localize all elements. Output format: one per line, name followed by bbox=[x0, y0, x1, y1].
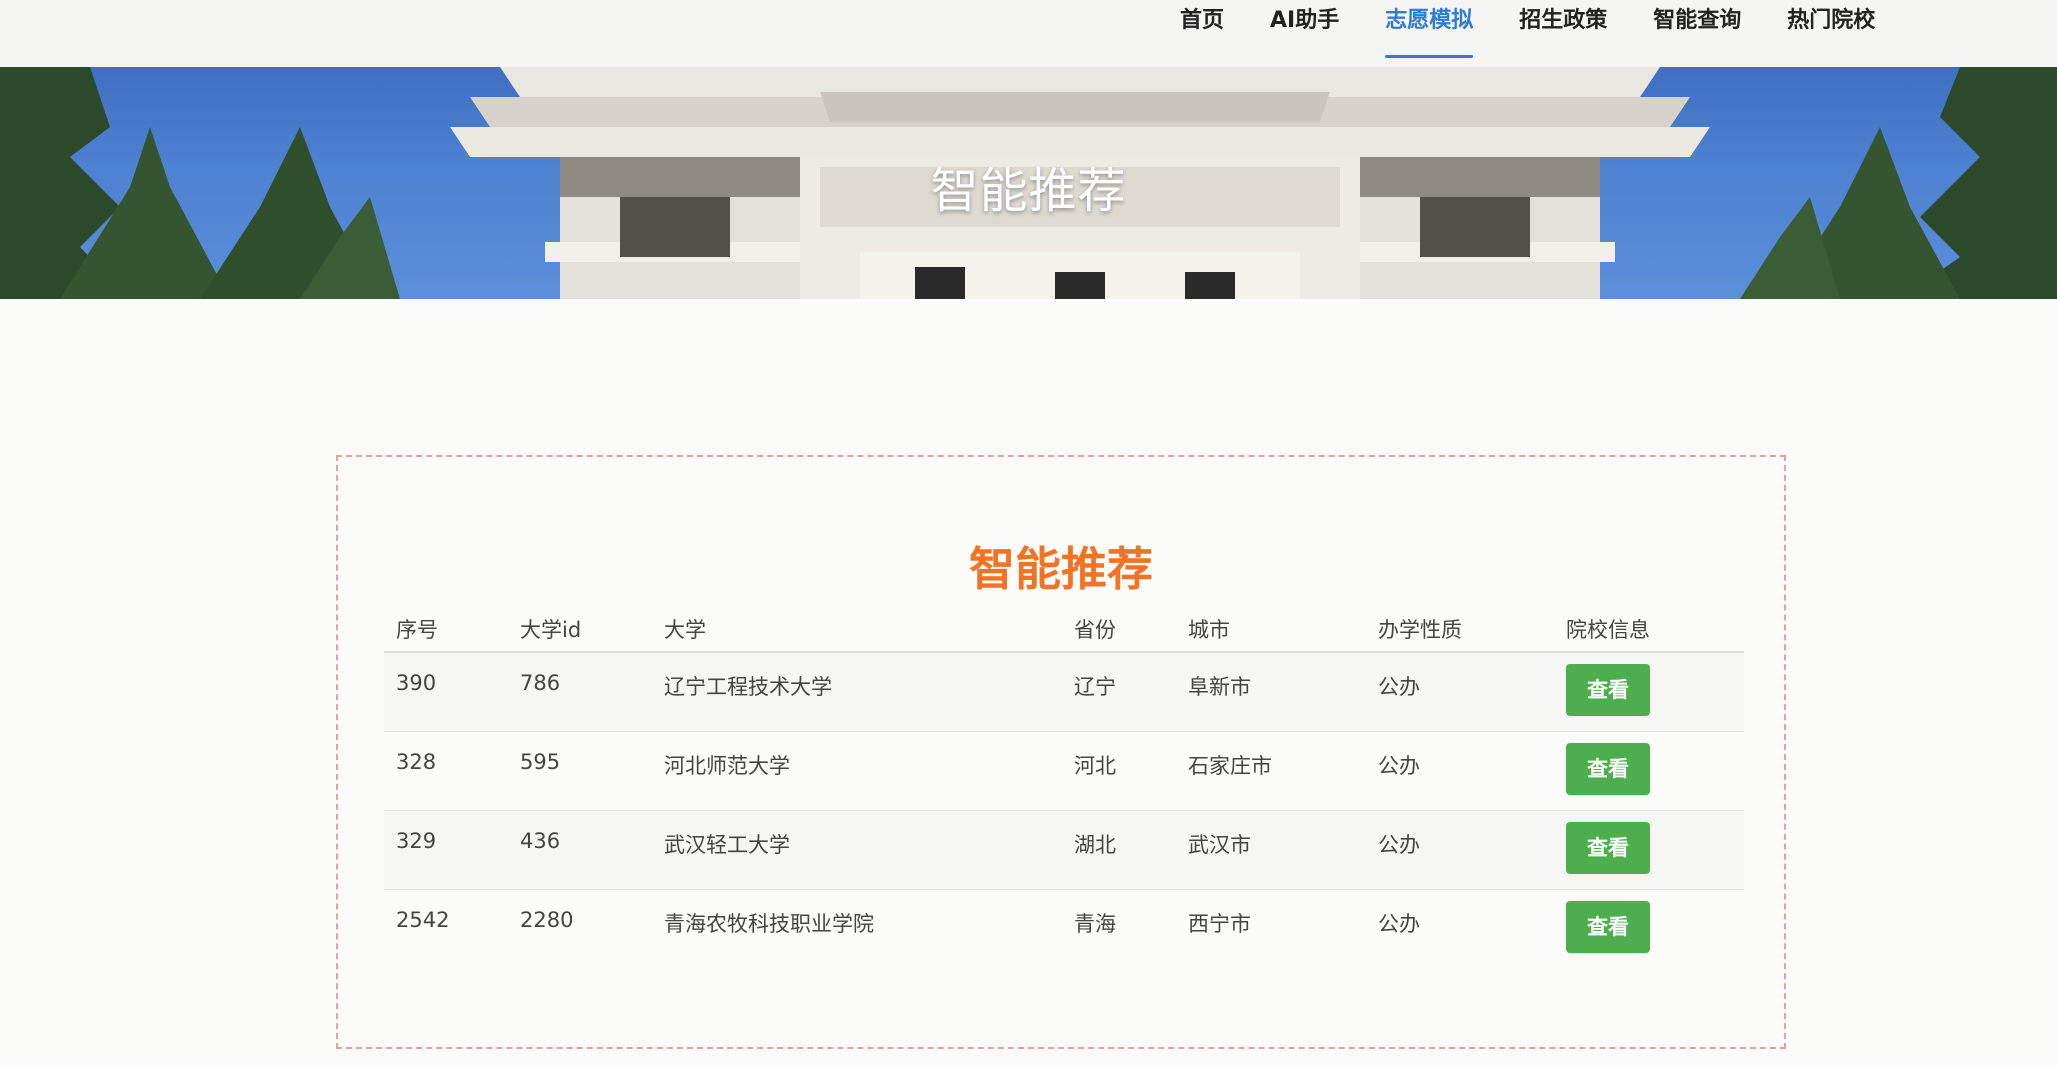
table-header: 序号 大学id 大学 省份 城市 办学性质 院校信息 bbox=[384, 597, 1744, 653]
cell-university-name: 河北师范大学 bbox=[664, 754, 790, 778]
column-header-city: 城市 bbox=[1188, 618, 1230, 642]
cell-university-id: 2280 bbox=[520, 908, 574, 932]
cell-nature: 公办 bbox=[1378, 833, 1420, 857]
cell-province: 湖北 bbox=[1074, 833, 1116, 857]
section-title: 智能推荐 bbox=[969, 542, 1153, 596]
recommendation-table: 序号 大学id 大学 省份 城市 办学性质 院校信息 390 786 辽宁工程技… bbox=[384, 597, 1744, 968]
column-header-seq: 序号 bbox=[396, 618, 438, 642]
cell-university-name: 青海农牧科技职业学院 bbox=[664, 912, 874, 936]
table-row: 329 436 武汉轻工大学 湖北 武汉市 公办 查看 bbox=[384, 811, 1744, 890]
cell-university-name: 辽宁工程技术大学 bbox=[664, 675, 832, 699]
column-header-school-info: 院校信息 bbox=[1566, 618, 1650, 642]
cell-university-id: 595 bbox=[520, 750, 561, 774]
view-button[interactable]: 查看 bbox=[1566, 664, 1650, 716]
cell-nature: 公办 bbox=[1378, 675, 1420, 699]
cell-seq: 328 bbox=[396, 750, 437, 774]
nav-menu: 首页 AI助手 志愿模拟 招生政策 智能查询 热门院校 bbox=[1180, 0, 1921, 67]
column-header-university: 大学 bbox=[664, 618, 706, 642]
nav-item-smart-query[interactable]: 智能查询 bbox=[1653, 0, 1741, 58]
cell-province: 河北 bbox=[1074, 754, 1116, 778]
cell-nature: 公办 bbox=[1378, 912, 1420, 936]
cell-seq: 329 bbox=[396, 829, 437, 853]
view-button[interactable]: 查看 bbox=[1566, 901, 1650, 953]
nav-item-application-simulation[interactable]: 志愿模拟 bbox=[1385, 0, 1474, 58]
cell-seq: 390 bbox=[396, 671, 437, 695]
cell-city: 西宁市 bbox=[1188, 912, 1251, 936]
cell-city: 武汉市 bbox=[1188, 833, 1251, 857]
cell-province: 辽宁 bbox=[1074, 675, 1116, 699]
cell-province: 青海 bbox=[1074, 912, 1116, 936]
cell-city: 石家庄市 bbox=[1188, 754, 1272, 778]
column-header-nature: 办学性质 bbox=[1378, 618, 1462, 642]
top-navbar: 首页 AI助手 志愿模拟 招生政策 智能查询 热门院校 bbox=[0, 0, 2057, 67]
nav-item-home[interactable]: 首页 bbox=[1180, 0, 1224, 58]
column-header-province: 省份 bbox=[1074, 618, 1116, 642]
cell-nature: 公办 bbox=[1378, 754, 1420, 778]
nav-item-admission-policy[interactable]: 招生政策 bbox=[1519, 0, 1607, 58]
nav-item-ai-assistant[interactable]: AI助手 bbox=[1270, 0, 1339, 58]
cell-city: 阜新市 bbox=[1188, 675, 1251, 699]
table-row: 2542 2280 青海农牧科技职业学院 青海 西宁市 公办 查看 bbox=[384, 890, 1744, 968]
nav-item-popular-schools[interactable]: 热门院校 bbox=[1787, 0, 1875, 58]
cell-university-id: 436 bbox=[520, 829, 561, 853]
hero-banner: 智能推荐 bbox=[0, 67, 2057, 299]
column-header-university-id: 大学id bbox=[520, 618, 582, 642]
view-button[interactable]: 查看 bbox=[1566, 743, 1650, 795]
cell-university-name: 武汉轻工大学 bbox=[664, 833, 790, 857]
table-row: 328 595 河北师范大学 河北 石家庄市 公办 查看 bbox=[384, 732, 1744, 811]
view-button[interactable]: 查看 bbox=[1566, 822, 1650, 874]
recommendation-card: 智能推荐 序号 大学id 大学 省份 城市 办学性质 院校信息 390 786 … bbox=[336, 455, 1786, 1049]
cell-seq: 2542 bbox=[396, 908, 450, 932]
table-row: 390 786 辽宁工程技术大学 辽宁 阜新市 公办 查看 bbox=[384, 653, 1744, 732]
banner-title: 智能推荐 bbox=[930, 163, 1127, 219]
cell-university-id: 786 bbox=[520, 671, 561, 695]
